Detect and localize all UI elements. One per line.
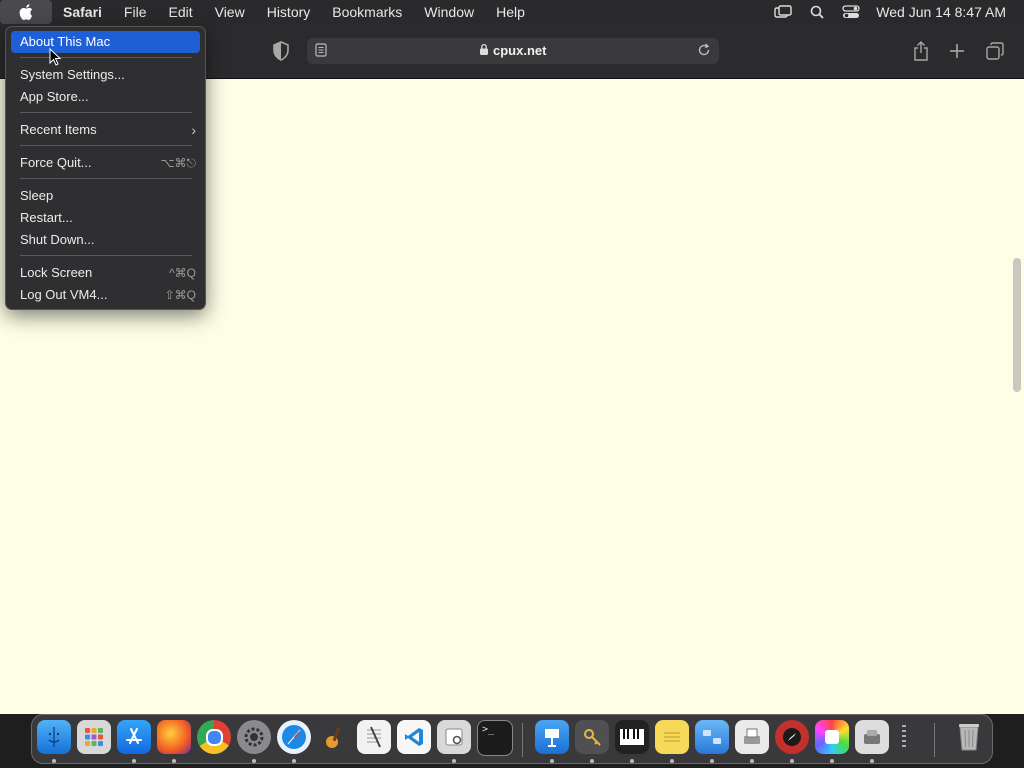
system-settings-icon[interactable] xyxy=(237,720,271,754)
preview-icon[interactable] xyxy=(437,720,471,754)
chrome-icon[interactable] xyxy=(197,720,231,754)
menu-item-force-quit[interactable]: Force Quit... ⌥⌘⎋ xyxy=(11,152,200,174)
compass-icon[interactable] xyxy=(775,720,809,754)
apple-menu-button[interactable] xyxy=(0,0,52,24)
firefox-icon[interactable] xyxy=(157,720,191,754)
running-indicator xyxy=(252,759,256,763)
notes-icon[interactable] xyxy=(655,720,689,754)
reload-icon[interactable] xyxy=(697,43,711,62)
reader-view-icon[interactable] xyxy=(315,43,327,62)
app-store-icon[interactable] xyxy=(117,720,151,754)
finder-alt-icon[interactable] xyxy=(695,720,729,754)
menu-file[interactable]: File xyxy=(113,0,158,24)
menu-bar: Safari File Edit View History Bookmarks … xyxy=(0,0,1024,24)
menu-item-recent-items[interactable]: Recent Items › xyxy=(11,119,200,141)
running-indicator xyxy=(870,759,874,763)
running-indicator xyxy=(830,759,834,763)
menu-item-system-settings[interactable]: System Settings... xyxy=(11,64,200,86)
new-tab-icon[interactable] xyxy=(945,39,969,63)
control-center-icon[interactable] xyxy=(834,0,868,24)
menu-window[interactable]: Window xyxy=(413,0,485,24)
menu-item-restart[interactable]: Restart... xyxy=(11,207,200,229)
menu-item-about-this-mac[interactable]: About This Mac xyxy=(11,31,200,53)
tab-overview-icon[interactable] xyxy=(983,39,1007,63)
safari-icon[interactable] xyxy=(277,720,311,754)
menu-bar-clock[interactable]: Wed Jun 14 8:47 AM xyxy=(868,4,1024,20)
spotlight-search-icon[interactable] xyxy=(800,0,834,24)
menu-bookmarks[interactable]: Bookmarks xyxy=(321,0,413,24)
menu-separator xyxy=(20,145,192,146)
piano-icon[interactable] xyxy=(615,720,649,754)
shield-icon xyxy=(273,41,289,61)
menu-item-sleep[interactable]: Sleep xyxy=(11,185,200,207)
lock-icon xyxy=(479,43,489,61)
running-indicator xyxy=(172,759,176,763)
lock-screen-shortcut: ^⌘Q xyxy=(169,266,196,280)
menu-edit[interactable]: Edit xyxy=(157,0,203,24)
running-indicator xyxy=(292,759,296,763)
color-picker-icon[interactable] xyxy=(815,720,849,754)
finder-icon[interactable] xyxy=(37,720,71,754)
keychain-icon[interactable] xyxy=(575,720,609,754)
menu-help[interactable]: Help xyxy=(485,0,536,24)
running-indicator xyxy=(590,759,594,763)
running-indicator xyxy=(790,759,794,763)
menu-separator xyxy=(20,112,192,113)
mouse-cursor-icon xyxy=(49,47,62,71)
address-bar[interactable]: cpux.net xyxy=(307,38,719,64)
force-quit-shortcut: ⌥⌘⎋ xyxy=(160,156,196,170)
menu-separator xyxy=(20,57,192,58)
running-indicator xyxy=(452,759,456,763)
apple-menu-dropdown: About This Mac System Settings... App St… xyxy=(5,26,206,310)
menu-separator xyxy=(20,178,192,179)
launchpad-icon[interactable] xyxy=(77,720,111,754)
textedit-icon[interactable] xyxy=(357,720,391,754)
keynote-icon[interactable] xyxy=(535,720,569,754)
disk-utility-icon[interactable] xyxy=(855,720,889,754)
privacy-report-button[interactable] xyxy=(272,41,292,61)
garageband-icon[interactable] xyxy=(317,720,351,754)
screen-mirroring-icon[interactable] xyxy=(766,0,800,24)
dock-separator xyxy=(934,723,935,757)
menu-app-safari[interactable]: Safari xyxy=(52,0,113,24)
scanner-icon[interactable] xyxy=(735,720,769,754)
menu-item-shut-down[interactable]: Shut Down... xyxy=(11,229,200,251)
running-indicator xyxy=(52,759,56,763)
running-indicator xyxy=(630,759,634,763)
menu-item-log-out[interactable]: Log Out VM4... ⇧⌘Q xyxy=(11,284,200,306)
menu-view[interactable]: View xyxy=(204,0,256,24)
running-indicator xyxy=(710,759,714,763)
vscode-icon[interactable] xyxy=(397,720,431,754)
menu-history[interactable]: History xyxy=(256,0,322,24)
more-icon[interactable] xyxy=(897,720,911,754)
menu-item-app-store[interactable]: App Store... xyxy=(11,86,200,108)
menu-separator xyxy=(20,255,192,256)
url-text: cpux.net xyxy=(493,43,547,58)
dock: >_ xyxy=(31,714,993,764)
running-indicator xyxy=(670,759,674,763)
chevron-right-icon: › xyxy=(191,122,196,138)
running-indicator xyxy=(132,759,136,763)
running-indicator xyxy=(550,759,554,763)
log-out-shortcut: ⇧⌘Q xyxy=(164,288,196,302)
menu-item-lock-screen[interactable]: Lock Screen ^⌘Q xyxy=(11,262,200,284)
terminal-icon[interactable]: >_ xyxy=(477,720,513,756)
running-indicator xyxy=(750,759,754,763)
page-scrollbar[interactable] xyxy=(1013,258,1021,392)
share-icon[interactable] xyxy=(909,39,933,63)
dock-separator xyxy=(522,723,523,757)
trash-icon[interactable] xyxy=(952,720,986,754)
apple-icon xyxy=(19,4,33,20)
